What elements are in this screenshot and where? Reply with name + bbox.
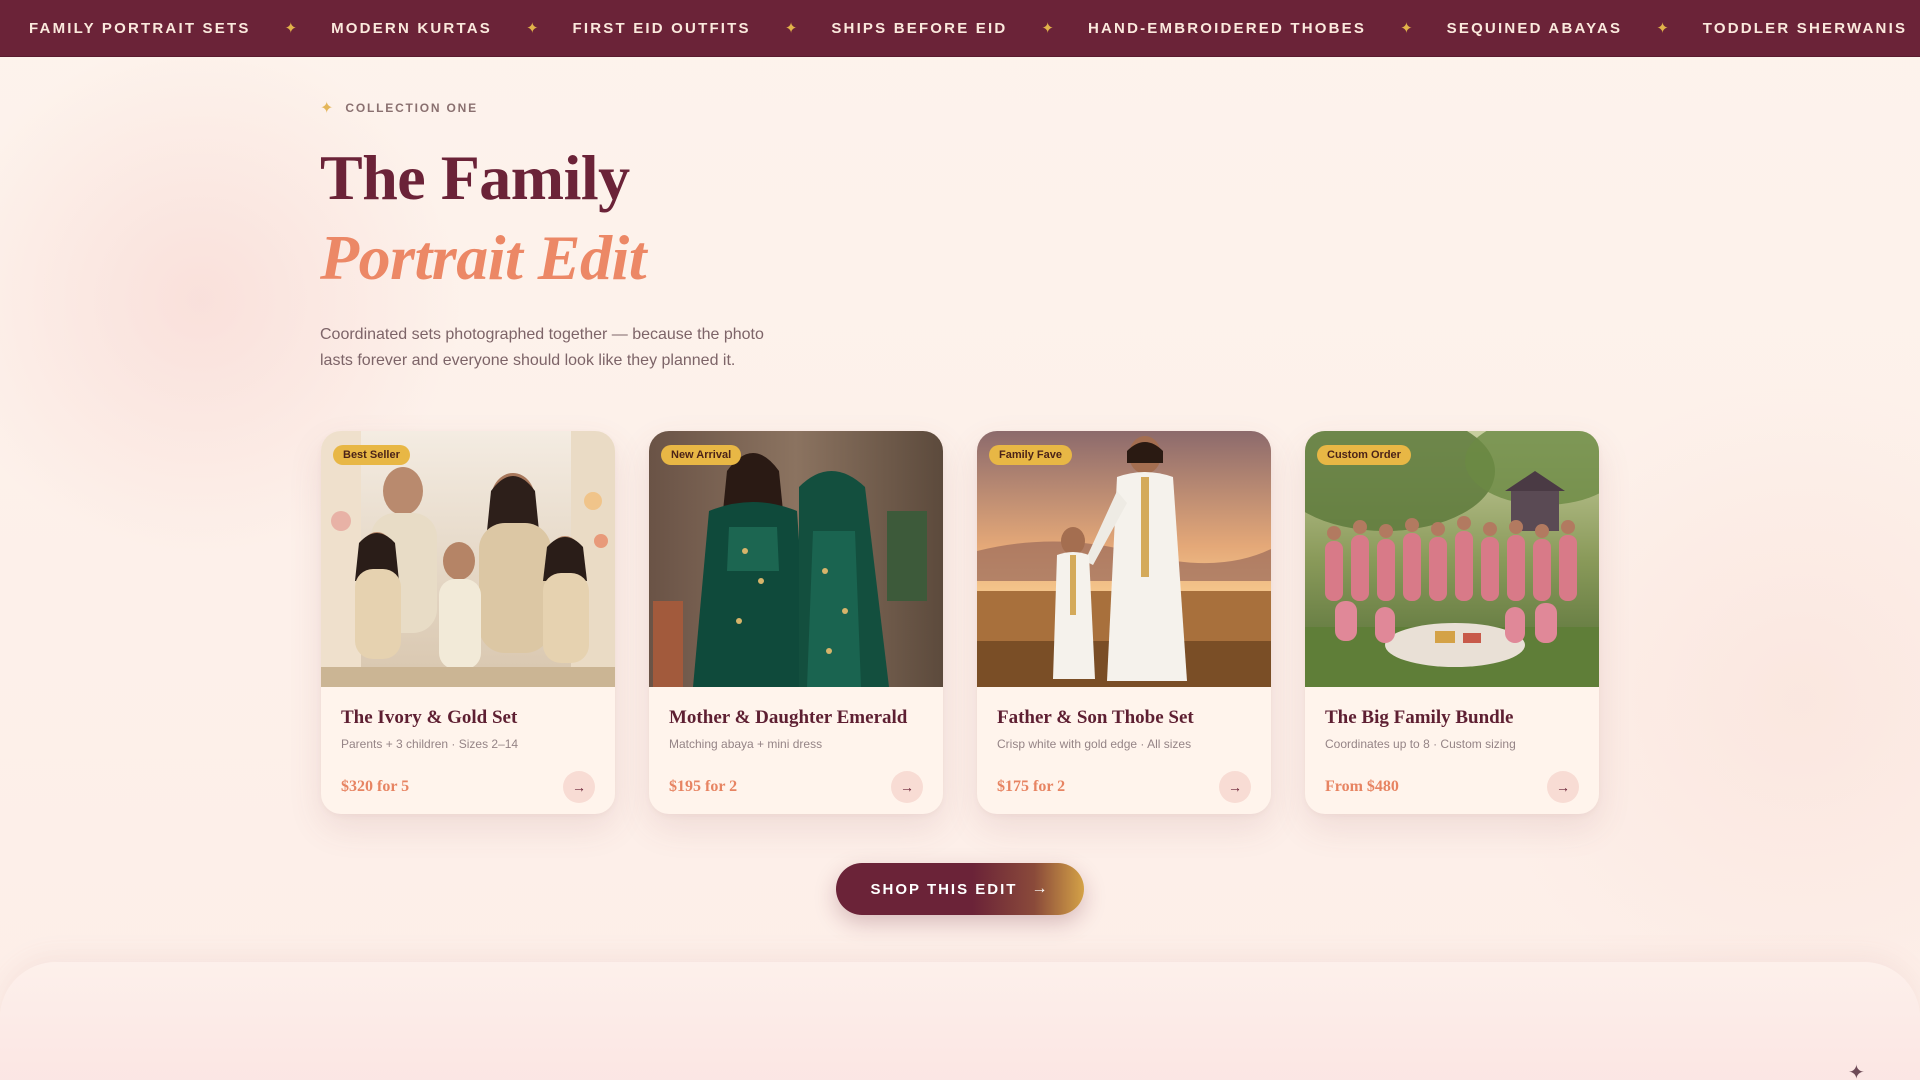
marquee-item[interactable]: SEQUINED ABAYAS	[1447, 20, 1623, 37]
product-card[interactable]: Best Seller The Ivory & Gold Set Parents…	[321, 431, 615, 814]
next-section	[0, 962, 1920, 1080]
badge-best-seller: Best Seller	[333, 445, 410, 465]
sparkle-icon: ✦	[284, 20, 298, 37]
sparkle-icon: ✦	[1400, 20, 1413, 37]
product-price: $175 for 2	[997, 778, 1066, 795]
product-photo-family[interactable]: Best Seller	[321, 431, 615, 687]
product-subtitle: Coordinates up to 8 · Custom sizing	[1325, 737, 1516, 751]
badge-custom-order: Custom Order	[1317, 445, 1411, 465]
page-title: The Family	[320, 142, 630, 213]
badge-new-arrival: New Arrival	[661, 445, 742, 465]
product-card[interactable]: Family Fave Father & Son Thobe Set Crisp…	[977, 431, 1271, 814]
product-card-list: Best Seller The Ivory & Gold Set Parents…	[321, 431, 1599, 814]
product-card[interactable]: Custom Order The Big Family Bundle Coord…	[1305, 431, 1599, 814]
page-title-accent: Portrait Edit	[320, 222, 647, 293]
product-title[interactable]: The Ivory & Gold Set	[341, 707, 595, 729]
marquee-track: FAMILY PORTRAIT SETS ✦ MODERN KURTAS ✦ FIRST…	[0, 19, 1920, 38]
product-subtitle: Matching abaya + mini dress	[669, 737, 823, 751]
arrow-right-icon[interactable]: →	[891, 771, 923, 803]
category-marquee: FAMILY PORTRAIT SETS ✦ MODERN KURTAS ✦ FIRST…	[0, 0, 1920, 57]
arrow-right-icon[interactable]: →	[1219, 771, 1251, 803]
eyebrow-label: COLLECTION ONE	[345, 101, 478, 115]
shop-this-edit-button[interactable]: SHOP THIS EDIT →	[836, 863, 1084, 915]
product-price: $320 for 5	[341, 778, 410, 795]
marquee-item[interactable]: SHIPS BEFORE EID	[831, 20, 1007, 37]
product-photo-mother-daughter[interactable]: New Arrival	[649, 431, 943, 687]
product-photo-big-family[interactable]: Custom Order	[1305, 431, 1599, 687]
marquee-item[interactable]: TODDLER SHERWANIS	[1703, 20, 1907, 37]
sparkle-icon: ✦	[1041, 20, 1054, 37]
sparkle-icon: ✦	[784, 20, 798, 37]
sparkle-icon: ✦	[525, 20, 539, 37]
marquee-item[interactable]: FAMILY PORTRAIT SETS	[29, 20, 251, 37]
product-price: From $480	[1325, 778, 1399, 795]
marquee-item[interactable]: HAND-EMBROIDERED THOBES	[1088, 20, 1366, 37]
product-subtitle: Parents + 3 children · Sizes 2–14	[341, 737, 519, 751]
product-title[interactable]: Father & Son Thobe Set	[997, 707, 1251, 729]
product-subtitle: Crisp white with gold edge · All sizes	[997, 737, 1192, 751]
arrow-right-icon[interactable]: →	[1547, 771, 1579, 803]
hero-section: ✦ COLLECTION ONE The Family Portrait Edi…	[320, 96, 790, 374]
arrow-right-icon: →	[1031, 880, 1050, 897]
sparkle-icon: ✦	[1656, 20, 1669, 37]
hero-description: Coordinated sets photographed together —…	[320, 326, 764, 369]
product-title[interactable]: The Big Family Bundle	[1325, 707, 1579, 729]
eyebrow: ✦ COLLECTION ONE	[320, 96, 790, 120]
product-photo-father-son[interactable]: Family Fave	[977, 431, 1271, 687]
product-title[interactable]: Mother & Daughter Emerald	[669, 707, 923, 729]
product-card[interactable]: New Arrival Mother & Daughter Emerald Ma…	[649, 431, 943, 814]
sparkle-icon: ✦	[320, 100, 334, 117]
marquee-item[interactable]: FIRST EID OUTFITS	[573, 20, 751, 37]
product-price: $195 for 2	[669, 778, 738, 795]
arrow-right-icon[interactable]: →	[563, 771, 595, 803]
sparkle-icon: ✦	[1848, 1062, 1865, 1080]
badge-family-fave: Family Fave	[989, 445, 1072, 465]
shop-button-label: SHOP THIS EDIT	[870, 880, 1018, 898]
marquee-item[interactable]: MODERN KURTAS	[331, 20, 492, 37]
